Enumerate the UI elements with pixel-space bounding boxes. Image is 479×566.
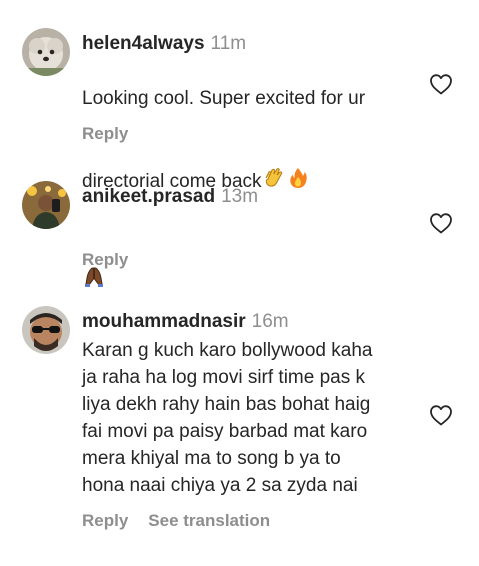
see-translation-button[interactable]: See translation [148, 511, 270, 530]
like-heart-icon[interactable] [429, 73, 453, 95]
comment-header: anikeet.prasad 13m [82, 185, 258, 209]
timestamp: 11m [210, 33, 247, 54]
comment-text-line: Looking cool. Super excited for ur [82, 88, 366, 109]
username[interactable]: helen4always [82, 33, 205, 54]
like-heart-icon[interactable] [429, 212, 453, 234]
comment-item: mouhammadnasir 16m Karan g kuch karo boll… [0, 288, 479, 566]
timestamp: 13m [221, 186, 259, 207]
comment-text: Karan g kuch karo bollywood kaha ja raha… [82, 340, 373, 496]
comment-item: helen4always 11m Looking cool. Super exci… [0, 0, 479, 192]
timestamp: 16m [251, 311, 289, 332]
avatar[interactable] [22, 28, 70, 76]
comment-header: mouhammadnasir 16m [82, 310, 289, 334]
comment-actions: Reply See translation [82, 510, 270, 532]
like-heart-icon[interactable] [429, 404, 453, 426]
reply-button[interactable]: Reply [82, 250, 128, 269]
username[interactable]: anikeet.prasad [82, 186, 215, 207]
avatar[interactable] [22, 306, 70, 354]
avatar[interactable] [22, 181, 70, 229]
reply-button[interactable]: Reply [82, 511, 128, 530]
comment-item: anikeet.prasad 13m Reply [0, 160, 479, 288]
reply-button[interactable]: Reply [82, 124, 128, 143]
comment-text [82, 211, 417, 297]
comment-header: helen4always 11m [82, 32, 246, 56]
comment-actions: Reply [82, 249, 128, 271]
comment-actions: Reply [82, 123, 128, 145]
username[interactable]: mouhammadnasir [82, 311, 246, 332]
